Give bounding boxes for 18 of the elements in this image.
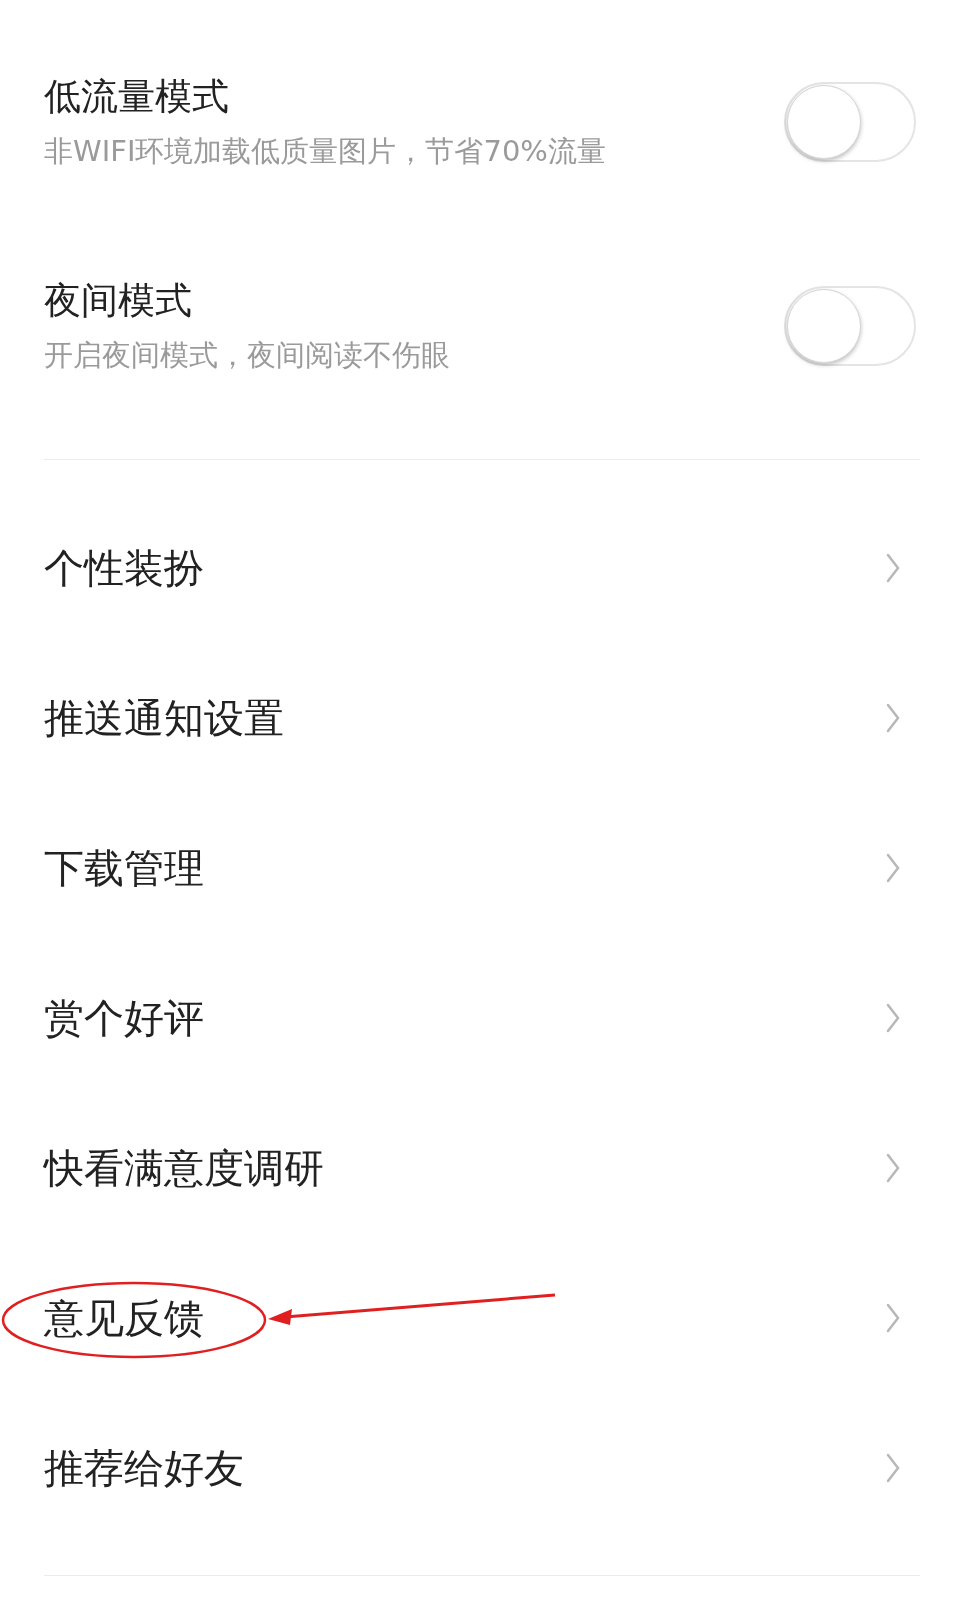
setting-title: 低流量模式 — [44, 75, 230, 119]
chevron-right-icon — [886, 1003, 900, 1033]
menu-item-label[interactable]: 推荐给好友 — [44, 1445, 244, 1491]
chevron-right-icon — [886, 1153, 900, 1183]
chevron-right-icon — [886, 553, 900, 583]
menu-item-label[interactable]: 快看满意度调研 — [44, 1145, 324, 1191]
chevron-right-icon — [886, 703, 900, 733]
menu-item-label[interactable]: 个性装扮 — [44, 545, 204, 591]
menu-item-label[interactable]: 下载管理 — [44, 845, 204, 891]
setting-description: 开启夜间模式，夜间阅读不伤眼 — [44, 337, 450, 373]
menu-item-label[interactable]: 推送通知设置 — [44, 695, 284, 741]
chevron-right-icon — [886, 1453, 900, 1483]
menu-item-label[interactable]: 意见反馈 — [44, 1295, 204, 1341]
chevron-right-icon — [886, 853, 900, 883]
setting-title: 夜间模式 — [44, 279, 193, 323]
setting-description: 非WIFI环境加载低质量图片，节省70%流量 — [44, 133, 606, 169]
chevron-right-icon — [886, 1303, 900, 1333]
menu-item-label[interactable]: 赏个好评 — [44, 995, 204, 1041]
